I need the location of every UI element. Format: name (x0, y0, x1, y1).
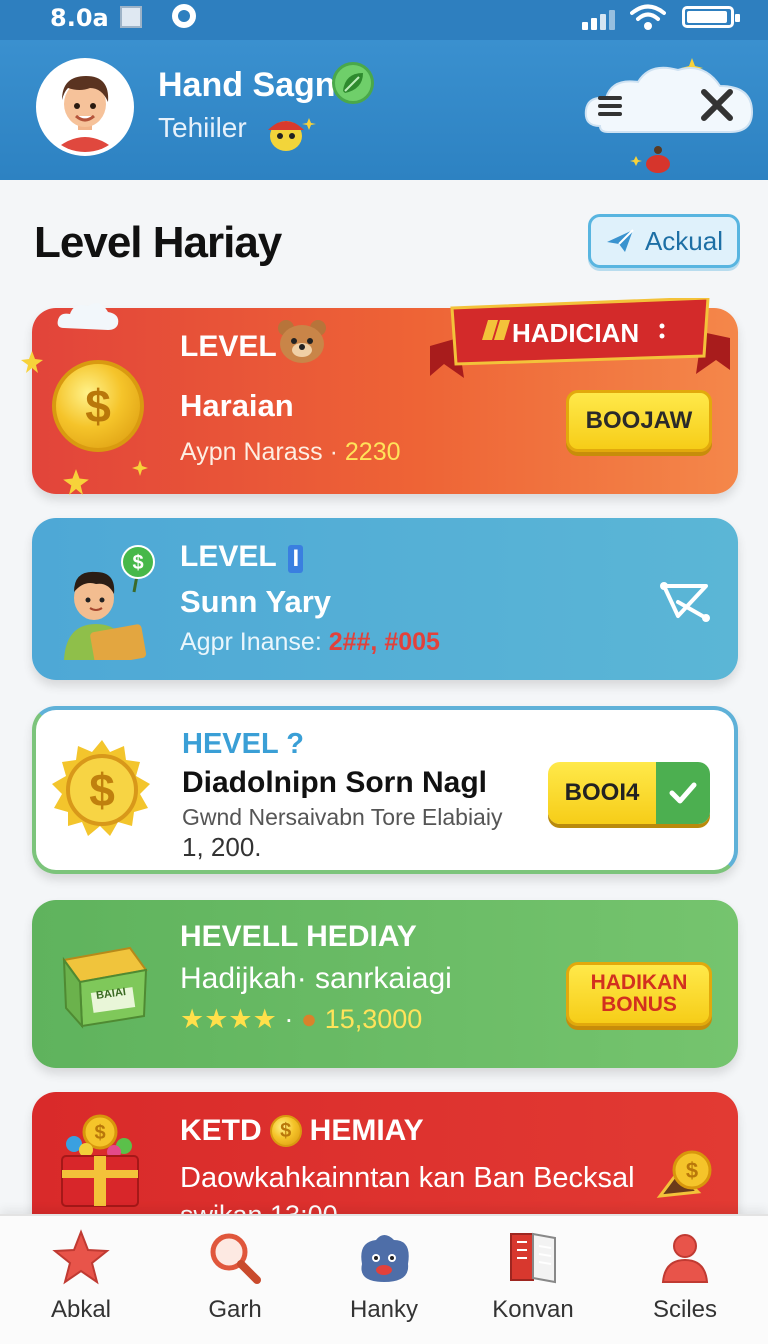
svg-text:$: $ (94, 1122, 105, 1144)
ribbon-label: HADICIAN (512, 318, 640, 348)
card-level-text-b: HEMIAY (309, 1114, 424, 1147)
cloud-menu-icon[interactable] (580, 52, 760, 180)
card-level-label: KETD $ HEMIAY (180, 1114, 424, 1148)
page-title: Level Hariay (34, 218, 282, 267)
card-subtitle-value: 2##, #005 (328, 628, 440, 656)
card-subtitle: Aypn Narass · 2230 (180, 438, 401, 467)
card-level-label: LEVEL (180, 330, 277, 363)
card-title: Diadolnipn Sorn Nagl (182, 766, 487, 799)
svg-text:$: $ (686, 1158, 698, 1183)
bonus-button-line2: BONUS (601, 993, 677, 1016)
search-icon (210, 1233, 261, 1284)
card-level-label: HEVEL ? (182, 728, 304, 760)
mascot-icon (268, 118, 316, 151)
treasure-box-icon (62, 946, 148, 1029)
star-sparkle-icon (21, 351, 43, 373)
avatar[interactable] (36, 58, 134, 156)
svg-text:$: $ (132, 552, 143, 574)
star-icon (63, 469, 89, 495)
cloud-icon (57, 303, 119, 330)
check-icon (656, 762, 710, 824)
actual-button[interactable]: Ackual (588, 214, 740, 268)
card-level-text: LEVEL (180, 540, 277, 573)
sparkle-icon (132, 460, 148, 476)
level-card-2[interactable]: $ LEVEL I Sunn Yary Agpr Inanse: 2##, #0… (32, 518, 738, 680)
card-value: 15,3000 (324, 1004, 423, 1034)
nav-item-sciles[interactable]: Sciles (610, 1216, 760, 1344)
leaf-badge-icon (332, 62, 374, 104)
card-title: Daowkahkainntan kan Ban Becksal (180, 1162, 635, 1194)
status-time: 8.0a (50, 4, 109, 32)
booi4-button[interactable]: BOOI4 (548, 762, 710, 824)
book-icon (510, 1232, 556, 1284)
card-subtitle-prefix: Agpr Inanse: (180, 628, 322, 656)
bear-icon (278, 320, 326, 363)
nav-item-hanky[interactable]: Hanky (309, 1216, 459, 1344)
bonus-button[interactable]: HADIKAN BONUS (566, 962, 712, 1026)
coin-purse-icon[interactable]: $ (656, 1148, 716, 1204)
card-level-label: HEVELL HEDIAY (180, 920, 417, 953)
card-level-text-a: KETD (180, 1114, 262, 1147)
boojaw-button[interactable]: BOOJAW (566, 390, 712, 452)
bottom-navigation: Abkal Garh Hanky Konvan Sciles (0, 1214, 768, 1344)
gift-coins-icon: $ (61, 1114, 139, 1207)
rating-stars: ★★★★ (180, 1004, 277, 1034)
signal-icon (582, 8, 622, 30)
star-icon (52, 1229, 110, 1285)
card-subtitle-value: 2230 (344, 438, 401, 466)
user-subtitle: Tehiiler (158, 112, 247, 143)
nav-label: Garh (208, 1296, 262, 1323)
coin-icon: $ (52, 360, 144, 452)
card-rating-row: ★★★★ · ● 15,3000 (180, 1004, 423, 1034)
nav-item-abkal[interactable]: Abkal (6, 1216, 156, 1344)
wifi-icon (630, 4, 666, 30)
card-level-number: I (288, 545, 304, 573)
nav-label: Sciles (652, 1296, 718, 1323)
monster-icon (361, 1235, 409, 1282)
card-subtitle-prefix: Aypn Narass · (180, 438, 338, 466)
coin-icon: $ (269, 1115, 302, 1147)
card-level-label: LEVEL I (180, 540, 304, 574)
boy-avatar-icon (40, 62, 130, 152)
nav-label: Konvan (492, 1296, 574, 1323)
nav-label: Abkal (50, 1296, 112, 1323)
nav-label: Hanky (349, 1296, 419, 1323)
card-subtitle: Agpr Inanse: 2##, #005 (180, 628, 440, 657)
battery-icon (682, 6, 740, 28)
gallery-icon (120, 6, 142, 28)
status-bar: 8.0a (0, 0, 768, 40)
card-value: 1, 200. (182, 832, 262, 862)
svg-text:$: $ (89, 764, 115, 816)
sun-coin-icon: $ (52, 740, 150, 836)
paper-plane-icon (606, 229, 634, 252)
card-subtitle: Gwnd Nersaivabn Tore Elabiaiy (182, 804, 503, 830)
user-name: Hand Sagn (158, 66, 336, 104)
app-header: Hand Sagn Tehiiler (0, 40, 768, 180)
level-card-3[interactable]: $ HEVEL ? Diadolnipn Sorn Nagl Gwnd Ners… (32, 706, 738, 874)
bear-mini-icon: ● (300, 1004, 318, 1034)
card-title: Hadijkah· sanrkaiagi (180, 962, 452, 995)
boy-with-tablet-icon: $ (64, 545, 155, 660)
booi4-button-label: BOOI4 (548, 762, 656, 824)
card-title: Haraian (180, 388, 294, 423)
user-icon (661, 1234, 709, 1283)
actual-button-label: Ackual (644, 225, 724, 256)
share-icon[interactable] (660, 580, 710, 622)
card-title: Sunn Yary (180, 584, 332, 619)
bonus-button-line1: HADIKAN (590, 970, 688, 994)
nav-item-konvan[interactable]: Konvan (458, 1216, 608, 1344)
level-card-4[interactable]: BAIAI HEVELL HEDIAY Hadijkah· sanrkaiagi… (32, 900, 738, 1068)
notification-icon (172, 4, 196, 28)
nav-item-garh[interactable]: Garh (160, 1216, 310, 1344)
